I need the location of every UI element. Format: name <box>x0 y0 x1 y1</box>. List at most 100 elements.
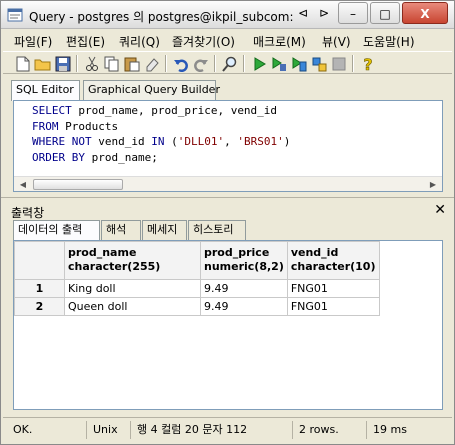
tab-explain[interactable]: 해석 <box>101 220 141 240</box>
panel-splitter[interactable] <box>1 197 454 201</box>
toolbar-separator <box>243 55 245 72</box>
code-line: WHERE NOT vend_id IN ('DLL01', 'BRS01') <box>32 134 290 150</box>
code-text: vend_id <box>91 135 152 148</box>
close-button[interactable]: X <box>402 2 448 24</box>
code-text: ) <box>283 135 291 148</box>
code-keyword: FROM <box>32 119 59 133</box>
status-time: 19 ms <box>373 423 407 436</box>
row-number[interactable]: 2 <box>14 297 65 316</box>
query-app-icon <box>7 8 23 22</box>
cancel-icon[interactable] <box>329 54 349 73</box>
status-state: OK. <box>9 421 87 439</box>
table-cell[interactable]: FNG01 <box>286 297 380 316</box>
code-string: 'DLL01' <box>177 135 225 148</box>
code-keyword: SELECT <box>32 104 72 117</box>
close-output-icon[interactable]: ✕ <box>434 202 446 218</box>
results-table: prod_name character(255) prod_price numeri… <box>14 241 380 316</box>
status-position: 행 4 컬럼 20 문자 112 <box>133 421 293 439</box>
code-text: prod_name; <box>84 150 158 164</box>
back-icon[interactable]: ⊲ <box>293 2 313 24</box>
query-window: Query - postgres 의 postgres@ikpil_subcom… <box>0 0 455 445</box>
forward-icon[interactable]: ⊳ <box>314 2 334 24</box>
explain-analyze-icon[interactable] <box>309 54 329 73</box>
tab-graphical-query-builder[interactable]: Graphical Query Builder <box>83 80 220 100</box>
explain-icon[interactable] <box>289 54 309 73</box>
new-icon[interactable] <box>13 54 33 73</box>
tab-messages[interactable]: 메세지 <box>142 220 187 240</box>
code-text: Products <box>58 119 119 133</box>
table-row[interactable]: 2 Queen doll 9.49 FNG01 <box>14 297 380 316</box>
tab-sql-editor[interactable]: SQL Editor <box>11 80 80 101</box>
table-cell[interactable]: 9.49 <box>200 297 288 316</box>
data-output-grid[interactable]: prod_name character(255) prod_price numeri… <box>13 240 443 410</box>
scroll-left-icon[interactable]: ◀ <box>16 178 30 191</box>
code-string: 'BRS01' <box>237 135 284 148</box>
table-cell[interactable]: FNG01 <box>286 279 380 298</box>
copy-icon[interactable] <box>102 54 122 73</box>
execute-to-file-icon[interactable] <box>269 54 289 73</box>
code-line: ORDER BY prod_name; <box>32 150 290 166</box>
title-bar[interactable]: Query - postgres 의 postgres@ikpil_subcom… <box>1 1 454 29</box>
maximize-button[interactable]: □ <box>370 2 400 24</box>
menu-favourites[interactable]: 즐겨찾기(O) <box>172 33 235 50</box>
find-icon[interactable] <box>220 54 240 73</box>
tab-history[interactable]: 히스토리 <box>188 220 246 240</box>
execute-icon[interactable] <box>249 54 269 73</box>
toolbar-separator <box>214 55 216 72</box>
table-cell[interactable]: King doll <box>64 279 201 298</box>
grid-corner[interactable] <box>14 241 65 280</box>
column-name: vend_id <box>290 246 339 259</box>
menu-macros[interactable]: 매크로(M) <box>253 33 306 50</box>
column-name: prod_name <box>68 246 137 259</box>
redo-icon[interactable] <box>191 54 211 73</box>
column-type: numeric(8,2) <box>204 260 284 273</box>
menu-query[interactable]: 쿼리(Q) <box>119 33 160 50</box>
toolbar-separator <box>76 55 78 72</box>
code-keyword: IN <box>151 135 165 148</box>
status-eol: Unix <box>89 421 131 439</box>
code-keyword: ORDER BY <box>32 150 85 164</box>
menu-bar: 파일(F) 편집(E) 쿼리(Q) 즐겨찾기(O) 매크로(M) 뷰(V) 도움… <box>1 30 454 51</box>
code-text: prod_name, prod_price, vend_id <box>71 104 278 117</box>
tab-data-output[interactable]: 데이터의 출력 <box>13 220 100 241</box>
table-cell[interactable]: 9.49 <box>200 279 288 298</box>
minimize-button[interactable]: – <box>338 2 368 24</box>
code-line: SELECT prod_name, prod_price, vend_id <box>32 103 290 119</box>
scroll-right-icon[interactable]: ▶ <box>426 178 440 191</box>
code-keyword: WHERE NOT <box>32 135 92 148</box>
sql-editor[interactable]: SELECT prod_name, prod_price, vend_id FRO… <box>13 100 443 192</box>
code-line: FROM Products <box>32 119 290 135</box>
window-title: Query - postgres 의 postgres@ikpil_subcom… <box>29 10 294 24</box>
clear-icon[interactable] <box>142 54 162 73</box>
menu-file[interactable]: 파일(F) <box>14 33 52 50</box>
code-text: ( <box>164 135 178 148</box>
svg-text:?: ? <box>363 56 372 72</box>
open-icon[interactable] <box>33 54 53 73</box>
column-header[interactable]: vend_id character(10) <box>286 241 380 280</box>
horizontal-scrollbar[interactable]: ◀ ▶ <box>14 176 442 191</box>
table-row[interactable]: 1 King doll 9.49 FNG01 <box>14 279 380 298</box>
output-pane-header: 출력창 ✕ <box>3 202 452 220</box>
code-text: , <box>224 135 238 148</box>
status-rows: 2 rows. <box>295 421 367 439</box>
save-icon[interactable] <box>53 54 73 73</box>
menu-help[interactable]: 도움말(H) <box>363 33 415 50</box>
menu-view[interactable]: 뷰(V) <box>322 33 351 50</box>
undo-icon[interactable] <box>171 54 191 73</box>
toolbar: ? <box>3 51 452 74</box>
status-bar: OK. Unix 행 4 컬럼 20 문자 112 2 rows. 19 ms <box>3 417 452 441</box>
output-pane-title: 출력창 <box>11 206 45 220</box>
toolbar-separator <box>165 55 167 72</box>
row-number[interactable]: 1 <box>14 279 65 298</box>
sql-code[interactable]: SELECT prod_name, prod_price, vend_id FRO… <box>32 103 290 165</box>
help-icon[interactable]: ? <box>358 54 378 73</box>
column-type: character(255) <box>68 260 161 273</box>
paste-icon[interactable] <box>122 54 142 73</box>
column-name: prod_price <box>204 246 270 259</box>
menu-edit[interactable]: 편집(E) <box>66 33 105 50</box>
table-cell[interactable]: Queen doll <box>64 297 201 316</box>
column-header[interactable]: prod_name character(255) <box>64 241 201 280</box>
cut-icon[interactable] <box>82 54 102 73</box>
column-header[interactable]: prod_price numeric(8,2) <box>200 241 288 280</box>
scrollbar-thumb[interactable] <box>33 179 123 190</box>
